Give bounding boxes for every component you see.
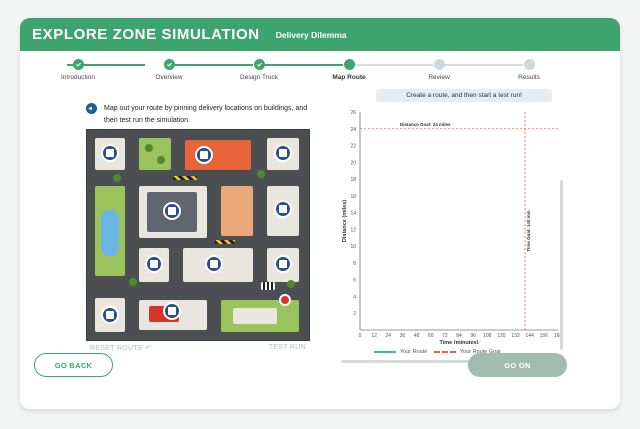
x-tick-label: 72: [442, 333, 448, 339]
truck-icon[interactable]: [163, 302, 181, 320]
tree-icon: [157, 156, 165, 164]
shop-icon[interactable]: [274, 255, 292, 273]
map-building[interactable]: [233, 308, 277, 324]
page: EXPLORE ZONE SIMULATION Delivery Dilemma…: [0, 0, 640, 429]
x-tick-label: 156: [540, 333, 549, 339]
map-court: [221, 186, 253, 236]
chart-hint: Create a route, and then start a test ru…: [376, 89, 552, 102]
x-tick-label: 12: [371, 333, 377, 339]
checkered-flag-icon: [261, 282, 275, 290]
page-title: EXPLORE ZONE SIMULATION: [32, 26, 260, 43]
store-icon[interactable]: [101, 306, 119, 324]
y-tick-label: 16: [350, 194, 356, 200]
step-label: Results: [518, 74, 540, 81]
hospital-icon[interactable]: [163, 202, 181, 220]
x-tick-label: 24: [386, 333, 392, 339]
y-tick-label: 12: [350, 227, 356, 233]
x-tick-label: 108: [483, 333, 492, 339]
header-bar: EXPLORE ZONE SIMULATION Delivery Dilemma: [20, 18, 620, 51]
y-axis-label: Distance (miles): [342, 200, 348, 242]
shop-icon[interactable]: [274, 144, 292, 162]
step-results: Results: [489, 59, 569, 81]
step-label: Design Truck: [240, 74, 278, 81]
page-subtitle: Delivery Dilemma: [275, 29, 347, 40]
y-tick-label: 18: [350, 177, 356, 183]
time-goal-label: Time Goal: 140 min: [526, 210, 531, 251]
step-design-truck[interactable]: Design Truck: [219, 59, 299, 81]
y-tick-label: 6: [353, 278, 356, 284]
map-pond: [101, 210, 119, 256]
store-icon[interactable]: [101, 144, 119, 162]
map-park: [139, 138, 171, 170]
instructions: Map out your route by pinning delivery l…: [86, 103, 316, 127]
undo-icon: ↶: [145, 345, 152, 352]
legend-label: Your Route: [400, 349, 428, 355]
pending-step-dot: [523, 59, 535, 70]
x-tick-label: 144: [526, 333, 535, 339]
y-tick-label: 10: [350, 244, 356, 250]
step-label: Map Route: [332, 74, 366, 81]
step-label: Introduction: [61, 74, 95, 81]
x-axis-label: Time (minutes): [439, 340, 478, 344]
pending-step-dot: [433, 59, 445, 70]
go-on-button[interactable]: GO ON: [468, 353, 567, 377]
y-tick-label: 22: [350, 144, 356, 150]
stop-sign-icon: [279, 294, 291, 306]
chart-svg: 24681012141618202224260 12 24 36 48 60 72 84 96 1…: [342, 110, 562, 346]
y-tick-label: 8: [353, 261, 356, 267]
construction-barrier: [215, 240, 235, 244]
step-label: Overview: [155, 74, 183, 81]
y-tick-label: 14: [350, 211, 356, 217]
x-tick-label: 36: [400, 333, 406, 339]
y-tick-label: 2: [353, 311, 356, 317]
test-run-button[interactable]: TEST RUN: [269, 344, 306, 351]
legend-swatch: [434, 351, 456, 353]
truck-icon[interactable]: [205, 255, 223, 273]
step-map-route[interactable]: Map Route: [309, 59, 389, 81]
chart-scrollbar[interactable]: [560, 180, 563, 350]
distance-time-chart: 2 4 6 8 10 12 14 16 18 20 22 24 26 0 12 24 36 48 60 72 84 96 1…: [340, 104, 564, 366]
tree-icon: [113, 174, 121, 182]
x-tick-label: 0: [359, 333, 362, 339]
check-icon: [163, 59, 175, 70]
garage-icon[interactable]: [145, 255, 163, 273]
step-overview[interactable]: Overview: [129, 59, 209, 81]
x-tick-label: 84: [456, 333, 462, 339]
tree-icon: [257, 170, 265, 178]
tree-icon: [129, 278, 137, 286]
check-icon: [253, 59, 265, 70]
x-tick-label: 96: [470, 333, 476, 339]
instruction-text: Map out your route by pinning delivery l…: [104, 105, 308, 124]
reset-route-label: RESET ROUTE: [90, 345, 143, 352]
x-tick-label: 132: [511, 333, 520, 339]
check-icon: [72, 59, 84, 70]
step-introduction[interactable]: Introduction: [38, 59, 118, 81]
city-map[interactable]: [86, 129, 310, 341]
step-review: Review: [399, 59, 479, 81]
reset-route-button[interactable]: RESET ROUTE ↶: [90, 344, 151, 352]
y-tick-label: 24: [350, 127, 356, 133]
construction-barrier: [173, 176, 197, 180]
current-step-dot: [343, 59, 355, 70]
bank-icon[interactable]: [195, 146, 213, 164]
x-tick-label: 120: [497, 333, 506, 339]
tree-icon: [145, 144, 153, 152]
tree-icon: [287, 280, 295, 288]
distance-goal-label: Distance Goal: 24 miles: [400, 122, 451, 127]
go-back-button[interactable]: GO BACK: [34, 353, 113, 377]
y-tick-label: 26: [350, 110, 356, 116]
x-tick-label: 48: [414, 333, 420, 339]
y-tick-label: 4: [353, 294, 356, 300]
step-label: Review: [428, 74, 450, 81]
traffic-light-icon[interactable]: [274, 200, 292, 218]
y-tick-label: 20: [350, 160, 356, 166]
legend-swatch: [374, 351, 396, 353]
x-tick-label: 60: [428, 333, 434, 339]
legend-item-route: Your Route: [374, 349, 427, 355]
speaker-icon[interactable]: [86, 103, 97, 114]
